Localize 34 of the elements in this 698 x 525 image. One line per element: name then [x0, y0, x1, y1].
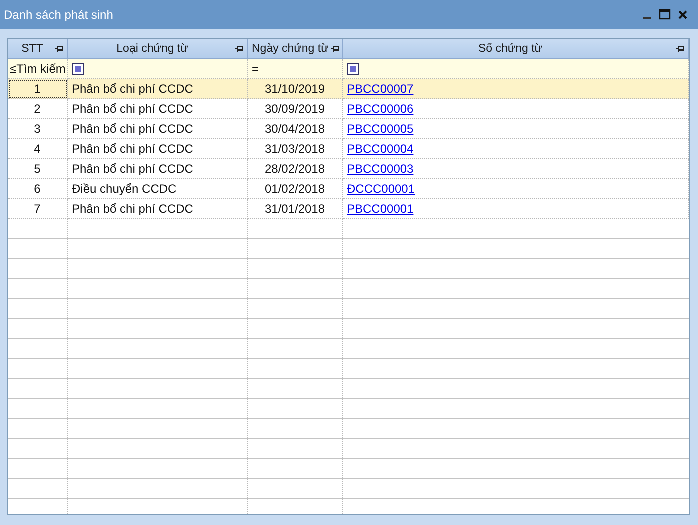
document-link[interactable]: PBCC00003: [347, 162, 414, 176]
table-row[interactable]: 4 Phân bổ chi phí CCDC 31/03/2018 PBCC00004: [8, 139, 689, 159]
column-title: STT: [20, 42, 44, 54]
column-header[interactable]: STT: [8, 39, 68, 59]
table-row[interactable]: 5 Phân bổ chi phí CCDC 28/02/2018 PBCC00003: [8, 159, 689, 179]
maximize-icon: [659, 9, 671, 20]
document-link[interactable]: PBCC00006: [347, 102, 414, 116]
search-label: ≤Tìm kiếm: [10, 62, 66, 76]
pin-icon[interactable]: [55, 44, 65, 52]
column-title: Loại chứng từ: [116, 42, 190, 54]
filter-checkbox[interactable]: [347, 62, 359, 74]
filter-operator[interactable]: =: [252, 62, 260, 76]
pin-icon[interactable]: [330, 44, 341, 52]
window-title: Danh sách phát sinh: [4, 8, 114, 22]
pin-icon[interactable]: [676, 44, 686, 52]
table-row[interactable]: 6 Điều chuyển CCDC 01/02/2018 ĐCCC00001: [8, 179, 689, 199]
column-header[interactable]: Số chứng từ: [343, 39, 689, 59]
column-title: Ngày chứng từ: [252, 42, 329, 54]
column-header[interactable]: Loại chứng từ: [68, 39, 248, 59]
table-row[interactable]: 1 Phân bổ chi phí CCDC 31/10/2019 PBCC00007: [8, 79, 689, 99]
pin-icon[interactable]: [235, 44, 245, 52]
filter-checkbox[interactable]: [72, 62, 84, 74]
close-icon: [678, 10, 688, 20]
column-title: Số chứng từ: [478, 42, 544, 54]
document-link[interactable]: PBCC00004: [347, 142, 414, 156]
table-row[interactable]: 3 Phân bổ chi phí CCDC 30/04/2018 PBCC00005: [8, 119, 689, 139]
column-header[interactable]: Ngày chứng từ: [248, 39, 343, 59]
document-link[interactable]: PBCC00001: [347, 202, 414, 216]
document-link[interactable]: PBCC00005: [347, 122, 414, 136]
table-row[interactable]: 2 Phân bổ chi phí CCDC 30/09/2019 PBCC00006: [8, 99, 689, 119]
document-link[interactable]: ĐCCC00001: [347, 182, 416, 196]
document-link[interactable]: PBCC00007: [347, 82, 414, 96]
table-row[interactable]: 7 Phân bổ chi phí CCDC 31/01/2018 PBCC00001: [8, 199, 689, 219]
minimize-icon: [643, 17, 651, 19]
